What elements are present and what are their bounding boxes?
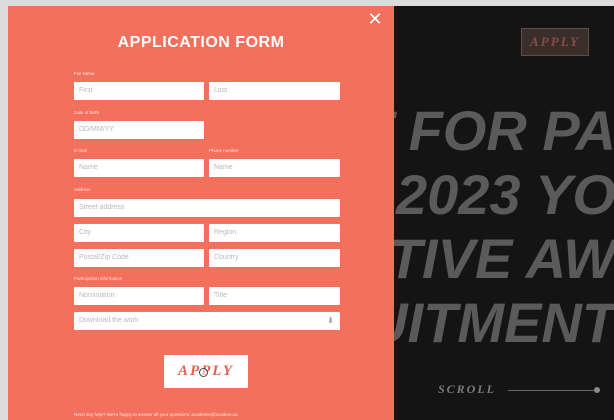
full-name-label: Full Name (74, 71, 95, 76)
browser-viewport: APPLY T FOR PA 2023 YO TIVE AW UITMENT S… (8, 6, 614, 420)
country-input[interactable]: Country (209, 249, 340, 267)
hero-text-line-3: TIVE AW (387, 227, 614, 290)
street-address-input[interactable]: Street address (74, 199, 340, 217)
hero-text-line-4: UITMENT (367, 291, 614, 354)
address-label: Address (74, 187, 91, 192)
city-input[interactable]: City (74, 224, 204, 242)
download-icon[interactable]: ⬇ (327, 316, 334, 325)
scroll-indicator-line (508, 390, 594, 391)
application-form-modal: ✕ APPLICATION FORM Full Name First Last … (8, 6, 394, 420)
last-name-input[interactable]: Last (209, 82, 340, 100)
hero-text-line-2: 2023 YO (395, 163, 614, 226)
email-label: E-mail (74, 148, 87, 153)
dob-label: Date of Birth (74, 110, 100, 115)
mouse-cursor-icon (199, 368, 208, 377)
scroll-indicator-dot (594, 387, 600, 393)
dob-input[interactable]: DD/MM/YY (74, 121, 204, 139)
first-name-input[interactable]: First (74, 82, 204, 100)
participation-label: Participation information (74, 276, 123, 281)
download-work-field[interactable]: Download the work ⬇ (74, 312, 340, 330)
phone-input[interactable]: Name (209, 159, 340, 177)
download-work-label: Download the work (79, 317, 139, 324)
help-footer-text: Need any help? We're happy to answer all… (74, 412, 238, 417)
phone-label: Phone number (209, 148, 239, 153)
scroll-indicator-label[interactable]: SCROLL (438, 382, 496, 397)
form-title: APPLICATION FORM (117, 34, 285, 51)
site-apply-button[interactable]: APPLY (521, 28, 589, 56)
nomination-input[interactable]: Nomination (74, 287, 204, 305)
region-input[interactable]: Region (209, 224, 340, 242)
close-icon[interactable]: ✕ (366, 10, 384, 28)
email-input[interactable]: Name (74, 159, 204, 177)
postal-code-input[interactable]: Postal/Zip Code (74, 249, 204, 267)
hero-text-line-1: T FOR PA (358, 99, 614, 162)
title-input[interactable]: Title (209, 287, 340, 305)
